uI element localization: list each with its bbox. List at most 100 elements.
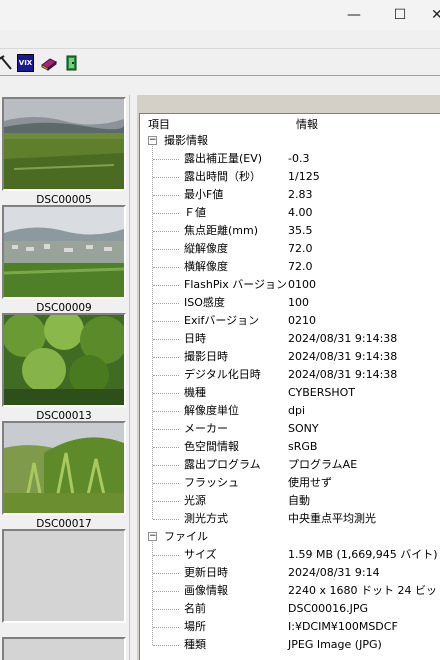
property-row[interactable]: FlashPix バージョン 0100 [140, 276, 440, 294]
tree-connector [153, 339, 179, 340]
group-label: 撮影情報 [164, 134, 208, 147]
property-row[interactable]: 露出時間（秒） 1/125 [140, 168, 440, 186]
property-row[interactable]: 場所 I:¥DCIM¥100MSDCF [140, 618, 440, 636]
tree-group-file[interactable]: − ファイル [140, 528, 440, 546]
property-value: 72.0 [288, 260, 313, 273]
property-row[interactable]: 露出プログラム プログラムAE [140, 456, 440, 474]
property-row[interactable]: ISO感度 100 [140, 294, 440, 312]
tree-connector [153, 519, 179, 520]
tree-connector [153, 465, 179, 466]
tree-connector [153, 483, 179, 484]
property-row[interactable]: 横解像度 72.0 [140, 258, 440, 276]
group-label: ファイル [164, 530, 208, 543]
property-row[interactable]: Exifバージョン 0210 [140, 312, 440, 330]
property-row[interactable]: 撮影日時 2024/08/31 9:14:38 [140, 348, 440, 366]
property-row[interactable]: 光源 自動 [140, 492, 440, 510]
close-button[interactable]: ✕ [423, 0, 440, 30]
property-value: 1/125 [288, 170, 320, 183]
property-label: 露出プログラム [184, 458, 261, 471]
property-row[interactable]: 種類 JPEG Image (JPG) [140, 636, 440, 654]
property-row[interactable]: 解像度単位 dpi [140, 402, 440, 420]
thumbnail-placeholder [2, 529, 126, 623]
property-label: 色空間情報 [184, 440, 239, 453]
collapse-toggle-icon[interactable]: − [148, 532, 157, 541]
property-row[interactable]: 名前 DSC00016.JPG [140, 600, 440, 618]
tree-branch-line [152, 542, 153, 645]
tree-connector [153, 645, 179, 646]
vix-icon-label: VIX [18, 59, 33, 67]
tree-connector [153, 357, 179, 358]
property-row[interactable]: 更新日時 2024/08/31 9:14 [140, 564, 440, 582]
property-value: DSC00016.JPG [288, 602, 369, 615]
pick-tool-icon[interactable] [0, 54, 15, 72]
thumbnail-strip[interactable]: DSC00005 DSC00009 DSC00013 DSC00017 [0, 95, 129, 660]
property-value: 自動 [288, 494, 310, 507]
property-row[interactable]: 機種 CYBERSHOT [140, 384, 440, 402]
property-label: 露出時間（秒） [184, 170, 261, 183]
property-row[interactable]: 最小F値 2.83 [140, 186, 440, 204]
property-value: 0210 [288, 314, 316, 327]
tree-connector [153, 195, 179, 196]
tree-connector [153, 591, 179, 592]
vix-icon[interactable]: VIX [17, 54, 34, 72]
tree-connector [153, 573, 179, 574]
thumbnail-item[interactable]: DSC00009 [2, 205, 126, 317]
thumbnail-item[interactable] [2, 529, 126, 641]
property-label: フラッシュ [184, 476, 239, 489]
property-value: sRGB [288, 440, 318, 453]
tree-connector [153, 249, 179, 250]
thumbnail-item[interactable]: DSC00013 [2, 313, 126, 425]
tree-connector [153, 393, 179, 394]
property-row[interactable]: 測光方式 中央重点平均測光 [140, 510, 440, 528]
thumbnail-item[interactable] [2, 637, 126, 660]
property-label: 測光方式 [184, 512, 228, 525]
property-row[interactable]: 露出補正量(EV) -0.3 [140, 150, 440, 168]
property-value: 使用せず [288, 476, 332, 489]
property-row[interactable]: メーカー SONY [140, 420, 440, 438]
properties-panel: 項目 情報 − 撮影情報 露出補正量(EV) -0.3 露出時間（秒） 1/125 最小F値… [137, 95, 440, 660]
tree-connector [153, 177, 179, 178]
minimize-button[interactable]: — [331, 0, 377, 30]
books-icon[interactable] [40, 54, 58, 72]
properties-tree[interactable]: 項目 情報 − 撮影情報 露出補正量(EV) -0.3 露出時間（秒） 1/125 最小F値… [139, 113, 440, 660]
property-value: 2024/08/31 9:14:38 [288, 332, 398, 345]
property-row[interactable]: 画像情報 2240 x 1680 ドット 24 ビット [140, 582, 440, 600]
pane-splitter[interactable] [129, 95, 137, 660]
property-value: 100 [288, 296, 309, 309]
property-label: Ｆ値 [184, 206, 206, 219]
maximize-button[interactable]: ☐ [377, 0, 423, 30]
tree-connector [153, 555, 179, 556]
property-row[interactable]: サイズ 1.59 MB (1,669,945 バイト) [140, 546, 440, 564]
property-label: 日時 [184, 332, 206, 345]
property-row[interactable]: 縦解像度 72.0 [140, 240, 440, 258]
thumbnail-item[interactable]: DSC00017 [2, 421, 126, 533]
property-label: デジタル化日時 [184, 368, 261, 381]
property-row[interactable]: フラッシュ 使用せず [140, 474, 440, 492]
exit-door-icon[interactable] [63, 54, 81, 72]
thumbnail-image [2, 313, 126, 407]
tree-connector [153, 375, 179, 376]
property-label: 焦点距離(mm) [184, 224, 259, 237]
column-header: 項目 情報 [140, 114, 440, 132]
property-row[interactable]: 日時 2024/08/31 9:14:38 [140, 330, 440, 348]
tree-connector [153, 159, 179, 160]
collapse-toggle-icon[interactable]: − [148, 136, 157, 145]
property-row[interactable]: デジタル化日時 2024/08/31 9:14:38 [140, 366, 440, 384]
property-value: 2024/08/31 9:14 [288, 566, 380, 579]
property-value: 中央重点平均測光 [288, 512, 376, 525]
property-row[interactable]: 色空間情報 sRGB [140, 438, 440, 456]
property-value: 2024/08/31 9:14:38 [288, 350, 398, 363]
property-row[interactable]: 焦点距離(mm) 35.5 [140, 222, 440, 240]
property-label: 機種 [184, 386, 206, 399]
property-value: プログラムAE [288, 458, 358, 471]
property-label: 画像情報 [184, 584, 228, 597]
property-row[interactable]: Ｆ値 4.00 [140, 204, 440, 222]
property-value: 0100 [288, 278, 316, 291]
tree-connector [153, 627, 179, 628]
property-value: 72.0 [288, 242, 313, 255]
thumbnail-item[interactable]: DSC00005 [2, 97, 126, 209]
tree-group-shooting-info[interactable]: − 撮影情報 [140, 132, 440, 150]
thumbnail-placeholder [2, 637, 126, 660]
property-value: 2.83 [288, 188, 313, 201]
property-label: ISO感度 [184, 296, 225, 309]
